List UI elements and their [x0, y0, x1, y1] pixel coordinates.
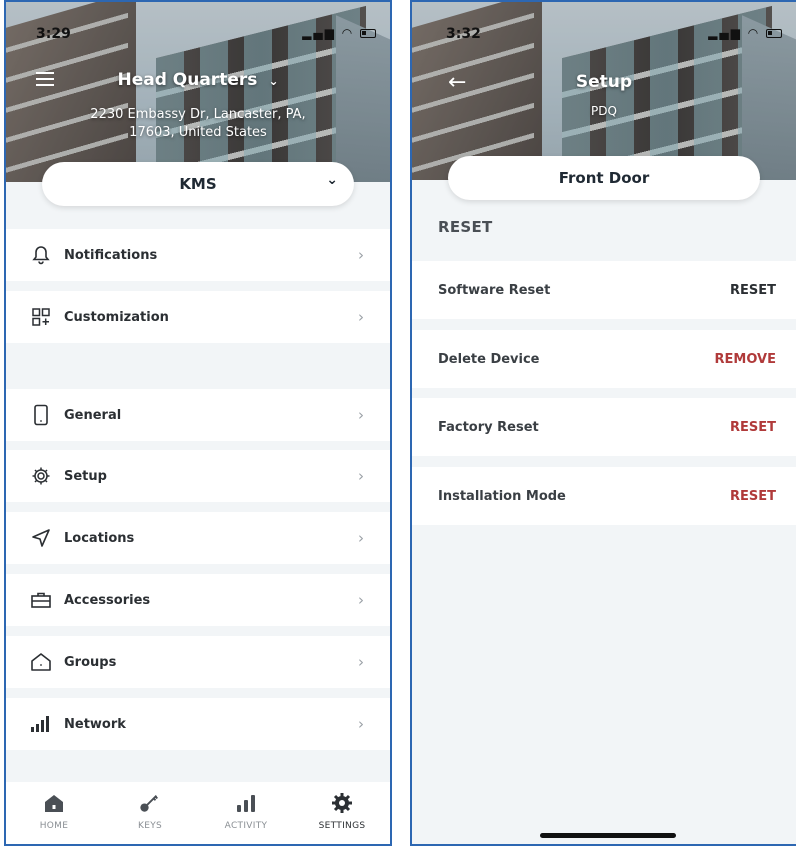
- menu-item-setup[interactable]: Setup ›: [6, 450, 390, 502]
- chevron-right-icon: ›: [358, 715, 364, 733]
- tab-home[interactable]: HOME: [6, 782, 102, 844]
- reset-row-factory: Factory Reset RESET: [412, 398, 796, 456]
- chevron-right-icon: ›: [358, 467, 364, 485]
- location-arrow-icon: [30, 527, 52, 549]
- menu-item-label: General: [64, 407, 122, 423]
- address-line-2: 17603, United States: [129, 125, 267, 140]
- reset-row-software: Software Reset RESET: [412, 261, 796, 319]
- settings-screen: 3:29 ▂▄▆ ◠ Head Quarters ⌄ 2230 Embassy …: [4, 0, 392, 846]
- home-indicator: [540, 833, 676, 838]
- home-icon: [43, 792, 65, 814]
- chevron-right-icon: ›: [358, 591, 364, 609]
- gear-icon: [331, 792, 353, 814]
- tab-settings[interactable]: SETTINGS: [294, 782, 390, 844]
- device-selector-value: Front Door: [558, 169, 650, 187]
- reset-row-delete-device: Delete Device REMOVE: [412, 330, 796, 388]
- location-title: Head Quarters: [117, 70, 258, 90]
- house-icon: [30, 651, 52, 673]
- software-reset-button[interactable]: RESET: [730, 283, 776, 298]
- row-label: Factory Reset: [438, 419, 539, 435]
- chevron-right-icon: ›: [358, 653, 364, 671]
- factory-reset-button[interactable]: RESET: [730, 420, 776, 435]
- remove-device-button[interactable]: REMOVE: [715, 352, 776, 367]
- toolbox-icon: [30, 589, 52, 611]
- row-label: Software Reset: [438, 282, 551, 298]
- status-time: 3:29: [36, 26, 71, 42]
- wifi-icon: ◠: [341, 26, 355, 40]
- menu-item-label: Locations: [64, 530, 135, 546]
- tab-label: SETTINGS: [318, 821, 366, 831]
- menu-item-notifications[interactable]: Notifications ›: [6, 229, 390, 281]
- menu-item-network[interactable]: Network ›: [6, 698, 390, 750]
- cellular-signal-icon: ▂▄▆: [708, 26, 742, 40]
- grid-plus-icon: [30, 306, 52, 328]
- signal-bars-icon: [30, 713, 52, 735]
- gear-icon: [30, 465, 52, 487]
- menu-item-groups[interactable]: Groups ›: [6, 636, 390, 688]
- menu-item-label: Network: [64, 716, 126, 732]
- bar-chart-icon: [235, 792, 257, 814]
- chevron-right-icon: ›: [358, 246, 364, 264]
- menu-item-label: Notifications: [64, 247, 158, 263]
- tab-label: KEYS: [138, 821, 162, 831]
- chevron-right-icon: ›: [358, 308, 364, 326]
- address-line-1: 2230 Embassy Dr, Lancaster, PA,: [90, 107, 306, 122]
- cellular-signal-icon: ▂▄▆: [302, 26, 336, 40]
- status-icons: ▂▄▆ ◠: [302, 26, 376, 40]
- section-title: RESET: [438, 218, 493, 236]
- menu-item-accessories[interactable]: Accessories ›: [6, 574, 390, 626]
- location-switcher[interactable]: Head Quarters ⌄: [6, 70, 390, 90]
- tab-keys[interactable]: KEYS: [102, 782, 198, 844]
- page-subtitle: PDQ: [591, 104, 617, 118]
- row-label: Delete Device: [438, 351, 540, 367]
- tab-activity[interactable]: ACTIVITY: [198, 782, 294, 844]
- chevron-down-icon: ⌄: [326, 172, 338, 188]
- installation-mode-reset-button[interactable]: RESET: [730, 489, 776, 504]
- reset-row-installation-mode: Installation Mode RESET: [412, 467, 796, 525]
- chevron-right-icon: ›: [358, 406, 364, 424]
- site-selector-value: KMS: [179, 175, 217, 193]
- phone-icon: [30, 404, 52, 426]
- menu-item-customization[interactable]: Customization ›: [6, 291, 390, 343]
- status-icons: ▂▄▆ ◠: [708, 26, 782, 40]
- device-selector[interactable]: Front Door: [448, 156, 760, 200]
- menu-item-label: Accessories: [64, 592, 151, 608]
- site-selector[interactable]: KMS ⌄: [42, 162, 354, 206]
- menu-item-label: Groups: [64, 654, 117, 670]
- tab-label: HOME: [39, 821, 69, 831]
- bell-icon: [30, 244, 52, 266]
- battery-icon: [766, 29, 782, 38]
- tab-label: ACTIVITY: [224, 821, 268, 831]
- key-icon: [139, 792, 161, 814]
- menu-item-general[interactable]: General ›: [6, 389, 390, 441]
- chevron-right-icon: ›: [358, 529, 364, 547]
- menu-item-label: Setup: [64, 468, 107, 484]
- wifi-icon: ◠: [747, 26, 761, 40]
- status-time: 3:32: [446, 26, 481, 42]
- location-address: 2230 Embassy Dr, Lancaster, PA, 17603, U…: [6, 106, 390, 142]
- bottom-tab-bar: HOME KEYS ACTIVITY SETTINGS: [6, 782, 390, 844]
- page-title: Setup: [575, 72, 633, 92]
- chevron-down-icon: ⌄: [268, 74, 279, 88]
- row-label: Installation Mode: [438, 488, 566, 504]
- battery-icon: [360, 29, 376, 38]
- menu-item-locations[interactable]: Locations ›: [6, 512, 390, 564]
- menu-item-label: Customization: [64, 309, 169, 325]
- setup-reset-screen: 3:32 ▂▄▆ ◠ ← Setup PDQ Front Door RESET …: [410, 0, 796, 846]
